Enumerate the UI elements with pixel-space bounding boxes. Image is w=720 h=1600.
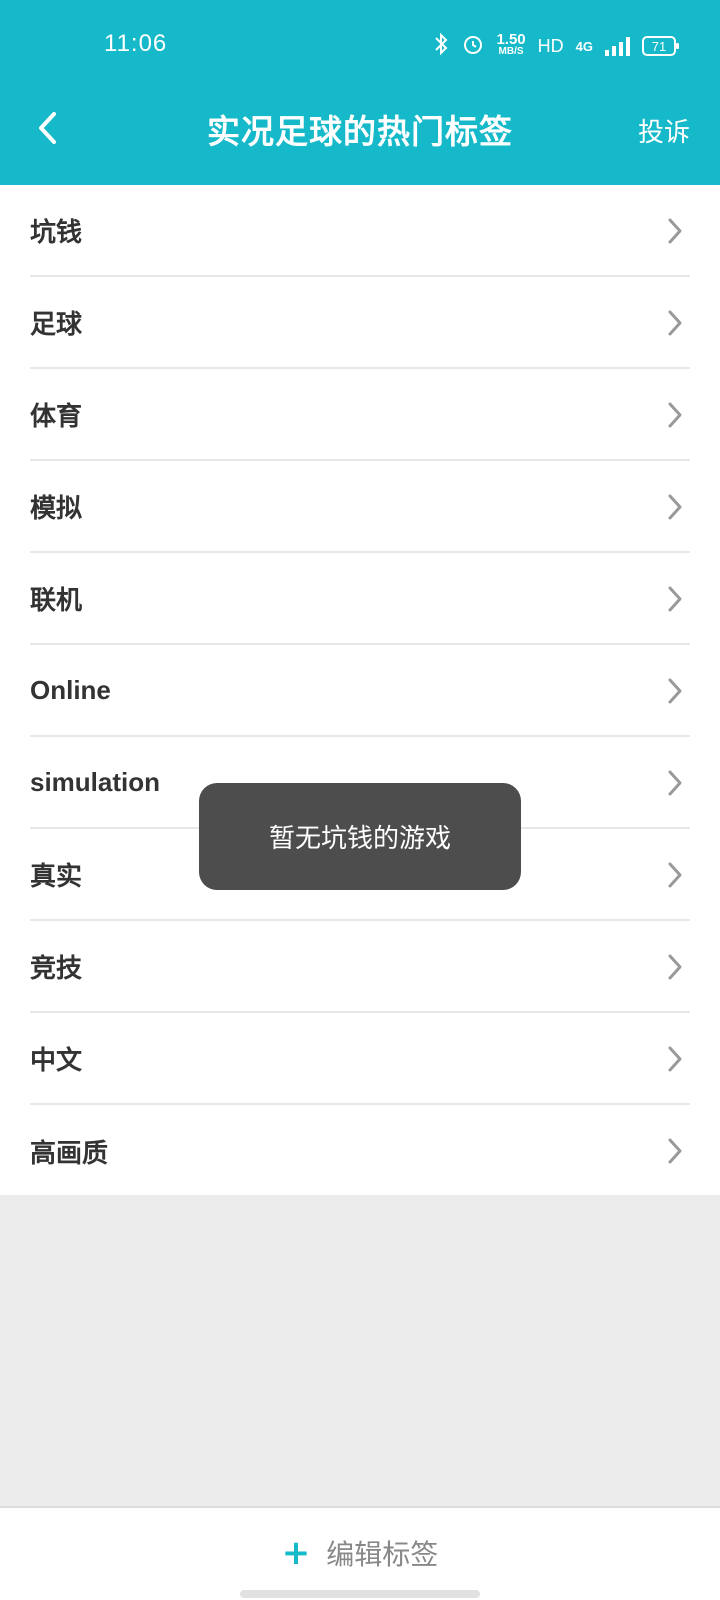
tag-list: 坑钱 足球 体育 模拟 联机 Online simulation 真实 竞技 中… [0, 185, 720, 1195]
bluetooth-icon [432, 32, 450, 61]
status-time: 11:06 [104, 30, 168, 57]
chevron-right-icon [668, 770, 682, 796]
home-indicator[interactable] [240, 1590, 480, 1598]
tag-label: simulation [30, 766, 161, 797]
tag-item[interactable]: 中文 [30, 1013, 690, 1105]
plus-icon: + [281, 1533, 311, 1573]
chevron-right-icon [668, 402, 682, 428]
alarm-icon [462, 33, 484, 60]
chevron-right-icon [668, 1046, 682, 1072]
tag-label: 中文 [30, 1044, 83, 1075]
tag-label: 模拟 [30, 492, 83, 523]
edit-tags-label: 编辑标签 [326, 1538, 439, 1571]
tag-label: Online [30, 674, 111, 705]
chevron-right-icon [668, 218, 682, 244]
chevron-right-icon [668, 1138, 682, 1164]
tag-item[interactable]: 高画质 [30, 1105, 690, 1197]
tag-item[interactable]: 体育 [30, 369, 690, 461]
hd-indicator: HD [537, 35, 564, 56]
bottom-bar: + 编辑标签 [0, 1506, 720, 1600]
chevron-right-icon [668, 954, 682, 980]
status-bar: 11:06 1.50 MB/S HD 4G 71 [0, 0, 720, 92]
tag-label: 高画质 [30, 1137, 109, 1168]
chevron-right-icon [668, 310, 682, 336]
tag-label: 足球 [30, 308, 83, 339]
toast-message: 暂无坑钱的游戏 [199, 783, 521, 890]
network-type: 4G [575, 38, 593, 54]
chevron-right-icon [668, 494, 682, 520]
tag-label: 体育 [30, 400, 83, 431]
tag-item[interactable]: Online [30, 645, 690, 737]
top-app-bar: 11:06 1.50 MB/S HD 4G 71 实况足球的热门标签 投诉 [0, 0, 720, 185]
network-speed: 1.50 MB/S [496, 31, 526, 57]
tag-label: 联机 [30, 584, 83, 615]
tag-item[interactable]: 模拟 [30, 461, 690, 553]
tag-item[interactable]: 坑钱 [30, 185, 690, 277]
chevron-right-icon [668, 586, 682, 612]
report-button[interactable]: 投诉 [638, 112, 690, 149]
system-icons: 1.50 MB/S HD 4G 71 [432, 28, 679, 64]
tag-item[interactable]: 联机 [30, 553, 690, 645]
page-title: 实况足球的热门标签 [207, 112, 513, 151]
tag-item[interactable]: 足球 [30, 277, 690, 369]
tag-label: 竞技 [30, 952, 83, 983]
chevron-right-icon [668, 862, 682, 888]
chevron-right-icon [668, 678, 682, 704]
tag-label: 真实 [30, 860, 83, 891]
battery-icon: 71 [642, 36, 679, 56]
signal-icon [605, 36, 630, 56]
edit-tags-button[interactable]: + 编辑标签 [0, 1528, 720, 1578]
tag-item[interactable]: 竞技 [30, 921, 690, 1013]
tag-label: 坑钱 [30, 216, 83, 247]
